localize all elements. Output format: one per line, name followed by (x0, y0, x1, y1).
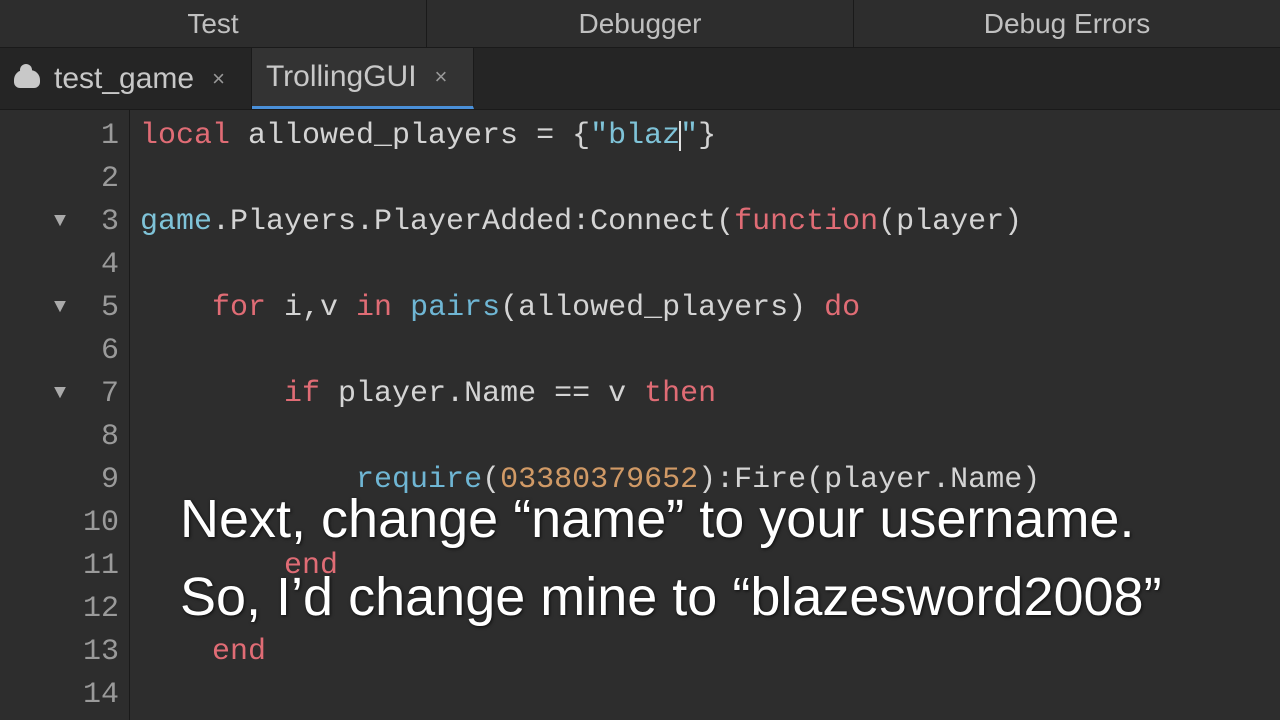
line-number: 11 (83, 549, 119, 583)
code-line (140, 673, 1280, 716)
file-tabs: test_game × TrollingGUI × (0, 48, 1280, 110)
fold-icon[interactable]: ▼ (49, 210, 71, 233)
line-number: 7 (83, 377, 119, 411)
line-number: 2 (83, 162, 119, 196)
line-number: 3 (83, 205, 119, 239)
line-number: 5 (83, 291, 119, 325)
code-line (140, 329, 1280, 372)
close-icon[interactable]: × (431, 64, 452, 90)
code-line: if player.Name == v then (140, 372, 1280, 415)
close-icon[interactable]: × (208, 66, 229, 92)
fold-icon[interactable]: ▼ (49, 296, 71, 319)
line-number: 14 (83, 678, 119, 712)
code-line: game.Players.PlayerAdded:Connect(functio… (140, 200, 1280, 243)
line-number: 4 (83, 248, 119, 282)
code-line (140, 415, 1280, 458)
tab-test[interactable]: Test (0, 0, 427, 47)
caption-overlay: Next, change “name” to your username. So… (180, 480, 1180, 637)
code-line (140, 157, 1280, 200)
line-number: 10 (83, 506, 119, 540)
file-tab-label: TrollingGUI (266, 60, 417, 94)
file-tab-trollinggui[interactable]: TrollingGUI × (252, 48, 474, 109)
menu-tabs: Test Debugger Debug Errors (0, 0, 1280, 48)
line-number: 9 (83, 463, 119, 497)
line-number: 12 (83, 592, 119, 626)
line-number: 13 (83, 635, 119, 669)
code-line (140, 243, 1280, 286)
line-number: 1 (83, 119, 119, 153)
tab-debugger[interactable]: Debugger (427, 0, 854, 47)
tab-debug-errors[interactable]: Debug Errors (854, 0, 1280, 47)
cloud-icon (14, 70, 40, 88)
file-tab-label: test_game (54, 62, 194, 96)
code-line: local allowed_players = {"blaz"} (140, 114, 1280, 157)
line-number: 8 (83, 420, 119, 454)
line-number: 6 (83, 334, 119, 368)
file-tab-test-game[interactable]: test_game × (0, 48, 252, 109)
code-line: for i,v in pairs(allowed_players) do (140, 286, 1280, 329)
fold-icon[interactable]: ▼ (49, 382, 71, 405)
line-gutter: 1 2 ▼ 3 4 ▼ 5 6 ▼ 7 8 9 10 11 12 13 14 (0, 110, 130, 720)
